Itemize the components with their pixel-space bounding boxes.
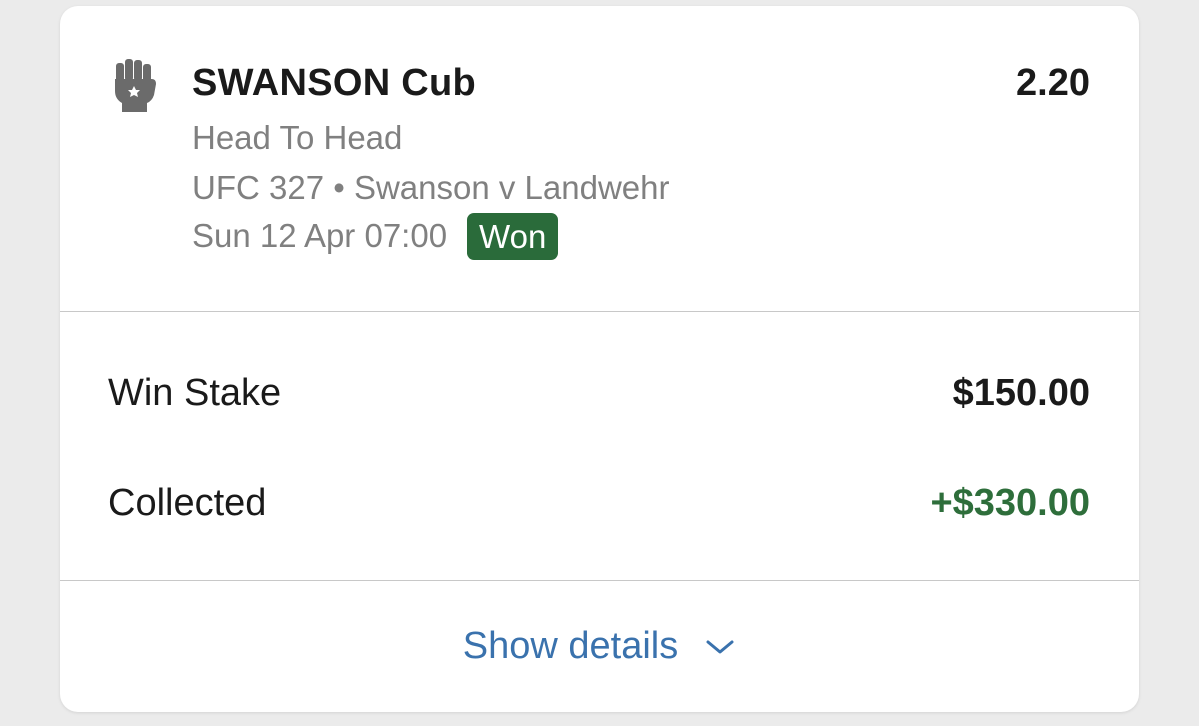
chevron-down-icon [706,640,734,653]
odds-value: 2.20 [1016,62,1090,104]
bet-card: SWANSON Cub 2.20 Head To Head UFC 327 • … [60,6,1139,712]
selection-name: SWANSON Cub [192,62,477,104]
collected-label: Collected [108,482,267,524]
date-status-row: Sun 12 Apr 07:00 Won [192,208,559,264]
status-badge: Won [467,212,559,260]
fist-icon [115,59,156,112]
market-name: Head To Head [192,119,403,156]
show-details-button[interactable]: Show details [60,581,1139,712]
stake-value: $150.00 [952,372,1090,414]
event-datetime: Sun 12 Apr 07:00 [192,217,448,254]
stake-label: Win Stake [108,372,282,414]
divider [60,311,1139,312]
event-name: UFC 327 • Swanson v Landwehr [192,169,670,206]
show-details-label: Show details [462,625,679,667]
bet-selection-section: SWANSON Cub 2.20 Head To Head UFC 327 • … [60,6,1139,311]
collected-value: +$330.00 [930,482,1090,524]
